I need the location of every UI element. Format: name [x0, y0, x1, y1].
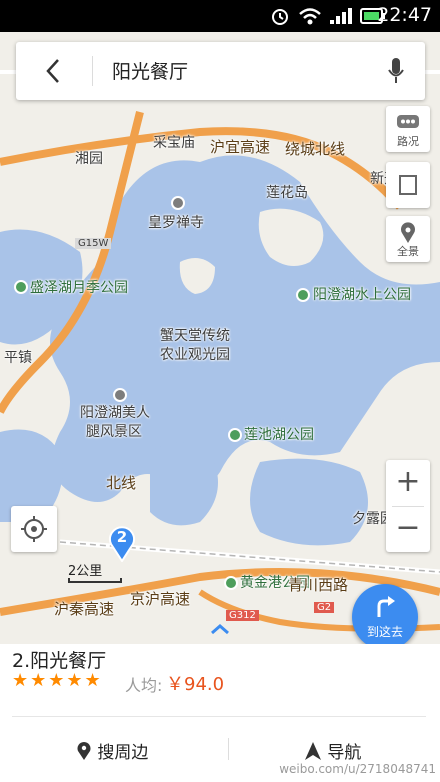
map-label-shengze: 盛泽湖月季公园 [30, 280, 128, 296]
location-pin-icon [77, 742, 91, 760]
map-label-qingchuan: 青川西路 [288, 576, 349, 594]
panorama-button[interactable]: 全景 [386, 216, 430, 262]
map-label-bei: 北线 [106, 474, 137, 492]
search-query[interactable]: 阳光餐厅 [112, 57, 188, 84]
map-label-g15w: G15W [75, 238, 112, 249]
navigation-button[interactable]: 导航 [304, 738, 361, 763]
panel-divider [12, 716, 426, 717]
search-nearby-label: 搜周边 [97, 743, 149, 763]
layers-button[interactable] [386, 162, 430, 208]
scale-bar [68, 578, 122, 583]
landmark-icon [113, 388, 127, 402]
back-arrow-icon[interactable] [44, 58, 62, 84]
map-label-xiangyuan: 湘园 [75, 151, 103, 167]
avg-price-label: 人均: [125, 676, 163, 695]
map-label-huyi-highway: 沪宜高速 [210, 138, 271, 156]
map-label-huqin: 沪秦高速 [54, 600, 115, 618]
search-nearby-button[interactable]: 搜周边 [76, 738, 148, 763]
go-here-label: 到这去 [366, 625, 403, 639]
avg-price-value: ￥94.0 [166, 674, 225, 695]
go-here-button[interactable]: 到这去 [352, 584, 418, 650]
map-label-g312: G312 [226, 610, 259, 621]
crosshair-icon [21, 516, 47, 542]
chevron-up-icon[interactable] [209, 622, 231, 636]
map-label-jinghu: 京沪高速 [130, 590, 191, 608]
map-label-huangluo: 皇罗禅寺 [148, 215, 204, 231]
signal-icon [330, 8, 352, 24]
navigation-label: 导航 [327, 743, 362, 763]
microphone-icon[interactable] [387, 57, 405, 85]
park-icon [228, 428, 242, 442]
map-label-tuifeng: 腿风景区 [86, 424, 142, 440]
traffic-icon [397, 115, 419, 128]
map-label-lianchi: 莲池湖公园 [244, 427, 314, 443]
search-bar[interactable]: 阳光餐厅 [16, 42, 425, 100]
map-label-g2: G2 [314, 602, 335, 613]
park-icon [296, 288, 310, 302]
panorama-pin-icon [401, 222, 415, 243]
alarm-icon [272, 9, 288, 25]
map-label-raocheng: 绕城北线 [285, 140, 346, 158]
traffic-label: 路况 [397, 135, 419, 148]
zoom-out-button[interactable]: − [386, 506, 430, 552]
zoom-in-button[interactable]: + [386, 460, 430, 506]
map-label-lianhuadao: 莲花岛 [266, 185, 308, 201]
wifi-icon [299, 8, 321, 25]
map-label-caibaomiao: 采宝庙 [153, 135, 195, 151]
result-name[interactable]: 2.阳光餐厅 [12, 646, 106, 673]
map-label-nongye: 农业观光园 [160, 347, 230, 363]
panorama-label: 全景 [397, 245, 419, 258]
status-bar: 22:47 [0, 0, 440, 32]
park-icon [224, 576, 238, 590]
clock: 22:47 [377, 4, 432, 26]
turn-arrow-icon [377, 596, 395, 617]
map-view[interactable]: 湘园 采宝庙 沪宜高速 绕城北线 莲花岛 新开河桥 皇罗禅寺 G15W 盛泽湖月… [0, 32, 440, 644]
navigation-arrow-icon [305, 742, 321, 760]
map-label-meirentui: 阳澄湖美人 [80, 405, 150, 421]
rating-stars: ★★★★★ [12, 670, 103, 691]
zoom-control: + − [386, 460, 430, 552]
watermark: weibo.com/u/2718048741 [279, 762, 436, 776]
locate-button[interactable] [11, 506, 57, 552]
result-marker-number: 2 [116, 528, 128, 546]
park-icon [14, 280, 28, 294]
temple-icon [171, 196, 185, 210]
layers-icon [399, 175, 417, 195]
map-label-pingzhen: 平镇 [4, 350, 32, 366]
search-divider [92, 56, 93, 86]
result-panel[interactable]: 2.阳光餐厅 ★★★★★ 人均: ￥94.0 搜周边 导航 weibo.com/… [0, 624, 440, 782]
map-label-xietiantang: 蟹天堂传统 [160, 328, 230, 344]
action-divider [228, 738, 229, 760]
traffic-button[interactable]: 路况 [386, 106, 430, 152]
scale-label: 2公里 [68, 564, 103, 579]
map-label-yangcheng-water: 阳澄湖水上公园 [313, 287, 411, 303]
